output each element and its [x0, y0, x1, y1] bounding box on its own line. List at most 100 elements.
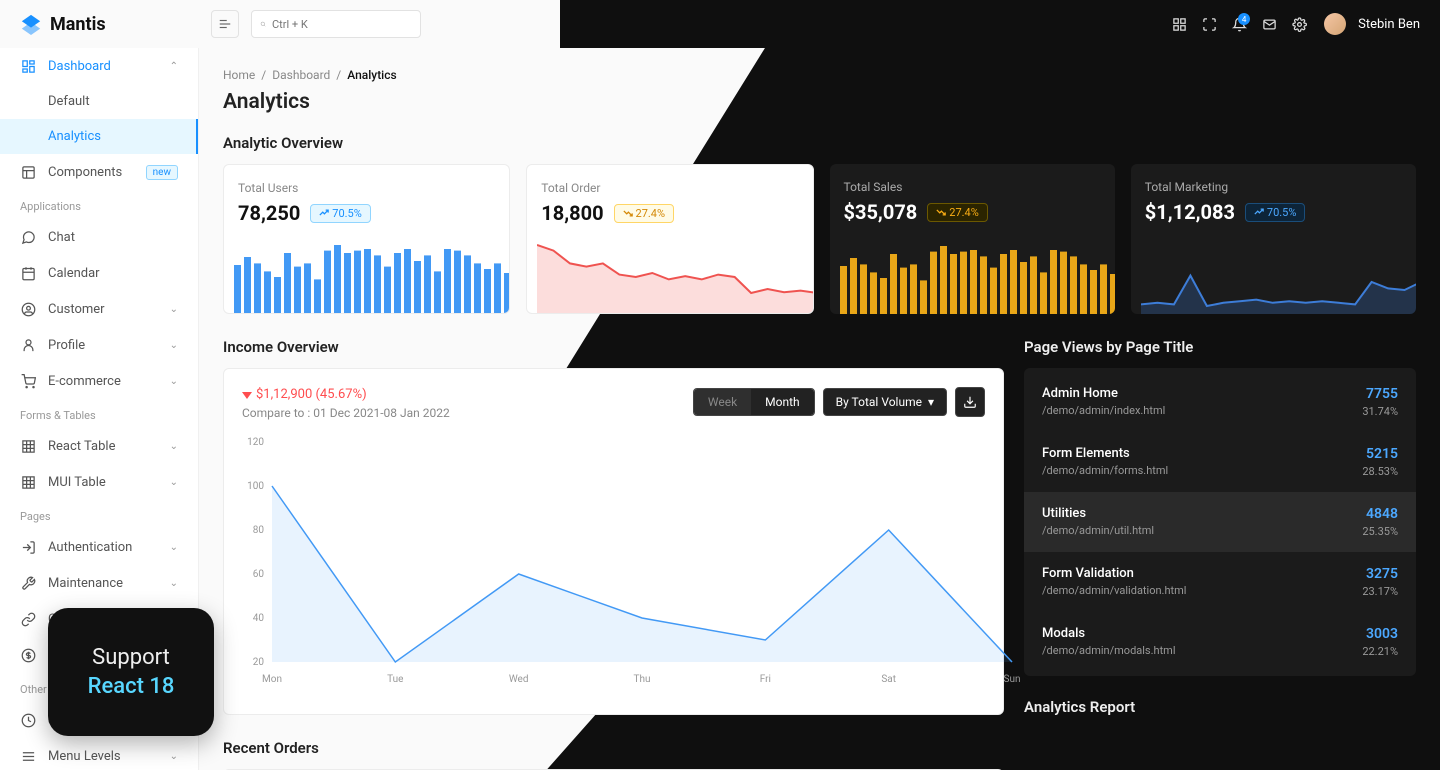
stat-pill: 27.4% — [927, 203, 988, 222]
breadcrumb-current: Analytics — [347, 68, 396, 82]
stat-card-sales: Total Sales $35,078 27.4% — [830, 164, 1115, 314]
pageviews-card: Admin Home/demo/admin/index.html775531.7… — [1024, 368, 1416, 676]
income-card: $1,12,900 (45.67%) Compare to : 01 Dec 2… — [223, 368, 1004, 715]
stat-card-users: Total Users 78,250 70.5% — [223, 164, 510, 314]
caret-down-icon — [242, 390, 252, 400]
svg-text:60: 60 — [253, 569, 265, 580]
pv-path: /demo/admin/util.html — [1042, 524, 1154, 537]
breadcrumb-dashboard[interactable]: Dashboard — [272, 68, 330, 82]
sidebar-item-calendar[interactable]: Calendar — [0, 255, 198, 291]
svg-text:120: 120 — [247, 437, 264, 448]
sidebar-item-default[interactable]: Default — [0, 84, 198, 119]
sidebar-item-profile[interactable]: Profile ⌄ — [0, 327, 198, 363]
pv-pct: 31.74% — [1362, 405, 1398, 418]
pv-num: 3003 — [1362, 626, 1398, 642]
sidebar-item-dashboard[interactable]: Dashboard ⌃ — [0, 48, 198, 84]
sidebar-item-mui-table[interactable]: MUI Table⌄ — [0, 464, 198, 500]
sidebar-item-analytics[interactable]: Analytics — [0, 119, 198, 154]
breadcrumb: Home/ Dashboard/ Analytics — [223, 68, 1416, 82]
pv-title: Utilities — [1042, 506, 1154, 521]
range-month-button[interactable]: Month — [751, 389, 813, 415]
svg-text:Fri: Fri — [760, 674, 771, 685]
stat-pct: 27.4% — [636, 207, 666, 220]
content: Home/ Dashboard/ Analytics Analytics Ana… — [199, 48, 1440, 770]
dashboard-icon — [20, 58, 36, 74]
fullscreen-button[interactable] — [1196, 11, 1222, 37]
sidebar-item-label: E-commerce — [48, 374, 158, 389]
dollar-icon — [20, 647, 36, 663]
svg-text:40: 40 — [253, 613, 265, 624]
svg-text:Sat: Sat — [881, 674, 896, 685]
sidebar-toggle-button[interactable] — [211, 10, 239, 38]
chevron-down-icon: ⌄ — [170, 376, 178, 387]
pageview-row[interactable]: Form Validation/demo/admin/validation.ht… — [1024, 552, 1416, 612]
pageview-row[interactable]: Utilities/demo/admin/util.html484825.35% — [1024, 492, 1416, 552]
sidebar-item-label: Maintenance — [48, 576, 158, 591]
pv-num: 5215 — [1362, 446, 1398, 462]
sidebar-item-maintenance[interactable]: Maintenance⌄ — [0, 565, 198, 601]
sidebar-item-customer[interactable]: Customer⌄ — [0, 291, 198, 327]
customer-icon — [20, 301, 36, 317]
chevron-down-icon: ⌄ — [170, 441, 178, 452]
section-title-pageviews: Page Views by Page Title — [1024, 338, 1416, 356]
sidebar-item-label: Calendar — [48, 266, 178, 281]
svg-text:Thu: Thu — [634, 674, 651, 685]
stat-value: $35,078 — [844, 200, 918, 224]
range-week-button[interactable]: Week — [694, 389, 751, 415]
chevron-down-icon: ⌄ — [170, 304, 178, 315]
table-icon — [20, 474, 36, 490]
stat-label: Total Users — [238, 181, 495, 195]
sidebar-item-authentication[interactable]: Authentication⌄ — [0, 529, 198, 565]
pv-title: Modals — [1042, 626, 1176, 641]
pv-title: Admin Home — [1042, 386, 1165, 401]
search-box[interactable] — [251, 10, 421, 38]
sidebar-item-react-table[interactable]: React Table ⌄ — [0, 428, 198, 464]
logo-text: Mantis — [50, 14, 106, 35]
notifications-button[interactable]: 4 — [1226, 11, 1252, 37]
wrench-icon — [20, 575, 36, 591]
metric-dropdown[interactable]: By Total Volume▾ — [823, 388, 947, 416]
sidebar-item-components[interactable]: Components new — [0, 154, 198, 190]
chat-icon — [20, 229, 36, 245]
sidebar-item-ecommerce[interactable]: E-commerce ⌄ — [0, 363, 198, 399]
pv-path: /demo/admin/forms.html — [1042, 464, 1168, 477]
svg-text:100: 100 — [247, 481, 264, 492]
stat-value: 18,800 — [541, 201, 603, 225]
apps-button[interactable] — [1166, 11, 1192, 37]
trend-down-icon — [623, 208, 633, 218]
sidebar-item-label: Dashboard — [48, 59, 158, 74]
profile-icon — [20, 337, 36, 353]
sidebar-item-label: React Table — [48, 439, 158, 454]
download-button[interactable] — [955, 387, 985, 417]
breadcrumb-home[interactable]: Home — [223, 68, 255, 82]
pageview-row[interactable]: Admin Home/demo/admin/index.html775531.7… — [1024, 372, 1416, 432]
stat-card-orders: Total Order 18,800 27.4% — [526, 164, 813, 314]
sidebar-item-label: Profile — [48, 338, 158, 353]
stat-value: $1,12,083 — [1145, 200, 1235, 224]
chevron-down-icon: ⌄ — [170, 340, 178, 351]
user-menu[interactable]: Stebin Ben — [1316, 11, 1424, 37]
spark-chart-sales — [840, 234, 1115, 314]
search-input[interactable] — [272, 18, 412, 31]
sidebar-item-label: MUI Table — [48, 475, 158, 490]
pv-pct: 22.21% — [1362, 645, 1398, 658]
pv-path: /demo/admin/index.html — [1042, 404, 1165, 417]
grid-icon — [1172, 17, 1187, 32]
pv-path: /demo/admin/validation.html — [1042, 584, 1186, 597]
pageview-row[interactable]: Modals/demo/admin/modals.html300322.21% — [1024, 612, 1416, 672]
sidebar-group-applications: Applications — [0, 190, 198, 219]
pageview-row[interactable]: Form Elements/demo/admin/forms.html52152… — [1024, 432, 1416, 492]
stat-pill: 70.5% — [1245, 203, 1306, 222]
messages-button[interactable] — [1256, 11, 1282, 37]
download-icon — [963, 395, 977, 409]
menu-icon — [20, 748, 36, 764]
support-bubble[interactable]: Support React 18 — [48, 608, 214, 736]
link-icon — [20, 611, 36, 627]
sidebar-item-chat[interactable]: Chat — [0, 219, 198, 255]
svg-text:80: 80 — [253, 525, 265, 536]
logo[interactable]: Mantis — [0, 13, 199, 35]
chevron-down-icon: ⌄ — [170, 542, 178, 553]
stat-pill: 70.5% — [310, 204, 371, 223]
settings-button[interactable] — [1286, 11, 1312, 37]
sidebar-item-menu-levels[interactable]: Menu Levels⌄ — [0, 738, 198, 770]
